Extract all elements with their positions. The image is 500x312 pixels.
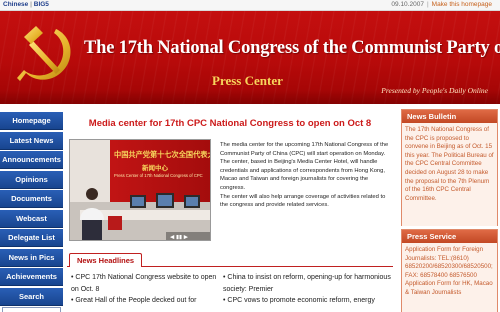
photo-sign-chinese: 中国共产党第十七次全国代表大会 bbox=[114, 150, 210, 159]
headline-text: CPC 17th National Congress website to op… bbox=[71, 274, 217, 293]
photo-sign-english: Press Center of 17th National Congress o… bbox=[114, 173, 203, 178]
headline-item[interactable]: • China to insist on reform, opening-up … bbox=[223, 272, 395, 295]
headline-column-right: • China to insist on reform, opening-up … bbox=[223, 272, 395, 307]
big5-link[interactable]: BIG5 bbox=[34, 1, 49, 8]
nav-item-webcast[interactable]: Webcast bbox=[0, 209, 63, 228]
article-paragraph: The media center for the upcoming 17th N… bbox=[220, 142, 389, 157]
press-service-text[interactable]: Application Form for Foreign Journalists… bbox=[402, 243, 497, 312]
language-separator: | bbox=[30, 1, 32, 8]
nav-item-homepage[interactable]: Homepage bbox=[0, 112, 63, 130]
top-right-info: 09.10.2007 | Make this homepage bbox=[391, 1, 492, 8]
article-paragraph: The center will also help arrange covera… bbox=[220, 193, 386, 209]
headline-item[interactable]: • CPC 17th National Congress website to … bbox=[71, 272, 221, 295]
photo-sign-chinese-2: 新闻中心 bbox=[142, 164, 168, 172]
right-sidebar: News Bulletin The 17th National Congress… bbox=[401, 107, 500, 312]
make-homepage-link[interactable]: Make this homepage bbox=[432, 1, 492, 8]
lead-headline[interactable]: Media center for 17th CPC National Congr… bbox=[67, 118, 393, 129]
lead-photo[interactable]: ◀ ▮▮ ▶ 中国共产党第十七次全国代表大会 新闻中心 Press Center… bbox=[69, 139, 211, 241]
hammer-sickle-icon bbox=[17, 26, 71, 81]
headline-column-left: • CPC 17th National Congress website to … bbox=[71, 272, 221, 307]
banner-credit: Presented by People's Daily Online bbox=[381, 86, 488, 95]
top-bar: Chinese | BIG5 09.10.2007 | Make this home… bbox=[0, 0, 500, 11]
chinese-link[interactable]: Chinese bbox=[3, 1, 28, 8]
headline-text: CPC vows to promote economic reform, ene… bbox=[227, 297, 375, 304]
nav-item-documents[interactable]: Documents bbox=[0, 190, 63, 208]
nav-item-news-in-pics[interactable]: News in Pics bbox=[0, 248, 63, 267]
search-label: Search bbox=[0, 287, 63, 306]
left-nav: Homepage Latest News Announcements Opini… bbox=[0, 112, 63, 312]
lead-article: The media center for the upcoming 17th N… bbox=[220, 141, 392, 210]
news-headlines-tabbar: News Headlines bbox=[67, 253, 393, 267]
nav-item-announcements[interactable]: Announcements bbox=[0, 151, 63, 169]
headline-text: Great Hall of the People decked out for bbox=[75, 297, 197, 304]
date-text: 09.10.2007 bbox=[391, 1, 424, 8]
press-service-title: Press Service bbox=[402, 230, 497, 243]
nav-item-latest-news[interactable]: Latest News bbox=[0, 131, 63, 150]
main-content: Media center for 17th CPC National Congr… bbox=[67, 109, 393, 312]
article-paragraph: The center, based in Beijing's Media Cen… bbox=[220, 159, 385, 191]
news-bulletin-title: News Bulletin bbox=[402, 110, 497, 123]
header-banner: The 17th National Congress of the Commun… bbox=[0, 11, 500, 104]
svg-text:◀ ▮▮ ▶: ◀ ▮▮ ▶ bbox=[170, 235, 189, 241]
news-bulletin-box: News Bulletin The 17th National Congress… bbox=[401, 109, 498, 226]
banner-title: The 17th National Congress of the Commun… bbox=[84, 38, 500, 58]
nav-item-opinions[interactable]: Opinions bbox=[0, 170, 63, 189]
banner-subtitle: Press Center bbox=[212, 73, 283, 88]
search-input[interactable] bbox=[2, 307, 61, 312]
separator: | bbox=[426, 1, 429, 8]
tab-news-headlines[interactable]: News Headlines bbox=[69, 253, 143, 267]
nav-item-achievements[interactable]: Achievements bbox=[0, 268, 63, 286]
news-bulletin-text[interactable]: The 17th National Congress of the CPC is… bbox=[402, 123, 497, 226]
headline-item[interactable]: • Great Hall of the People decked out fo… bbox=[71, 295, 221, 307]
language-switcher: Chinese | BIG5 bbox=[3, 1, 49, 8]
headline-item[interactable]: • CPC vows to promote economic reform, e… bbox=[223, 295, 395, 307]
nav-item-delegate-list[interactable]: Delegate List bbox=[0, 229, 63, 247]
press-service-box: Press Service Application Form for Forei… bbox=[401, 229, 498, 312]
headline-text: China to insist on reform, opening-up fo… bbox=[223, 274, 391, 293]
